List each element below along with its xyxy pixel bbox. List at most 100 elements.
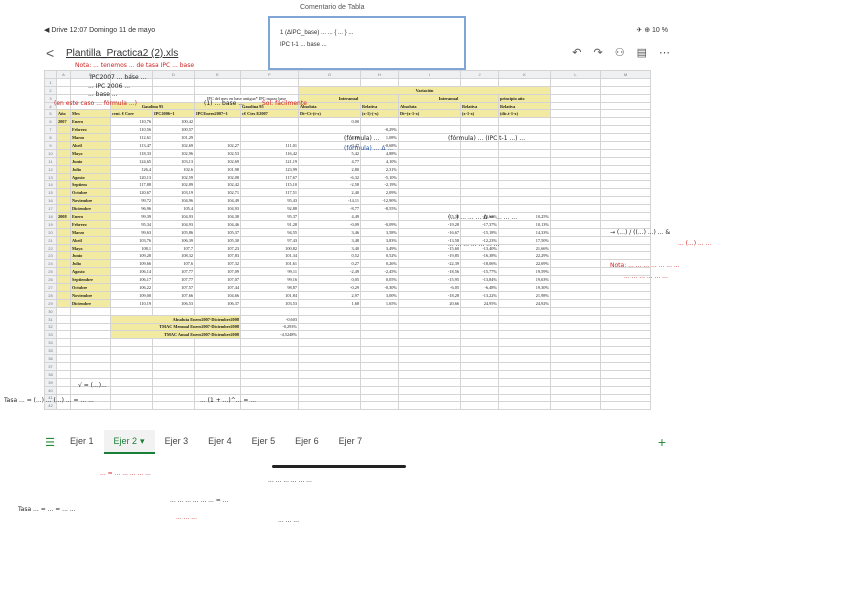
row-header[interactable]: 1 <box>44 77 57 87</box>
cell[interactable] <box>110 306 153 316</box>
cell[interactable] <box>298 393 361 403</box>
file-title[interactable]: Plantilla_Practica2 (2).xls <box>66 48 178 59</box>
month-cell[interactable]: Mayo <box>70 243 111 253</box>
cell[interactable] <box>360 322 399 332</box>
row-header[interactable]: 7 <box>44 125 57 135</box>
value-cell[interactable]: 2,80 <box>298 164 361 174</box>
cell[interactable] <box>550 306 601 316</box>
cell[interactable] <box>550 227 601 237</box>
value-cell[interactable]: 110,56 <box>110 125 153 135</box>
value-cell[interactable]: -15,18% <box>460 227 499 237</box>
value-cell[interactable] <box>398 117 461 127</box>
value-cell[interactable] <box>460 117 499 127</box>
tab-ejer-3[interactable]: Ejer 3 <box>155 430 199 452</box>
value-cell[interactable]: 21,98% <box>498 290 551 300</box>
cell[interactable] <box>398 354 461 363</box>
column-header[interactable]: A <box>56 70 71 79</box>
cell[interactable] <box>600 93 651 103</box>
month-cell[interactable]: Agosto <box>70 267 111 277</box>
year-cell[interactable] <box>56 259 71 269</box>
cell[interactable] <box>152 361 195 371</box>
tab-ejer-2[interactable]: Ejer 2 ▾ <box>103 430 155 454</box>
principio-header[interactable]: principio año <box>498 93 551 103</box>
cell[interactable] <box>498 377 551 387</box>
cell[interactable] <box>550 385 601 395</box>
column-label[interactable]: Dt=Ct-(t-x) <box>298 109 361 119</box>
row-header[interactable]: 24 <box>44 259 57 269</box>
cell[interactable] <box>70 306 111 316</box>
value-cell[interactable]: 104,96 <box>152 196 195 206</box>
row-header[interactable]: 10 <box>44 148 57 158</box>
relativa-header[interactable]: Relativa <box>360 101 399 111</box>
cell[interactable] <box>194 338 241 348</box>
value-cell[interactable]: 106,39 <box>152 235 195 245</box>
cell[interactable] <box>360 369 399 379</box>
value-cell[interactable]: -15,77% <box>460 267 499 277</box>
value-cell[interactable]: 102,53 <box>194 148 241 158</box>
value-cell[interactable]: 124,65 <box>110 156 153 166</box>
year-cell[interactable] <box>56 125 71 135</box>
value-cell[interactable]: 108,1 <box>110 243 153 253</box>
cell[interactable] <box>600 290 651 300</box>
column-header[interactable]: E <box>194 70 241 79</box>
value-cell[interactable]: 120,13 <box>110 172 153 182</box>
value-cell[interactable]: 102,69 <box>152 141 195 150</box>
value-cell[interactable]: -0,29 <box>298 283 361 292</box>
cell[interactable] <box>56 338 71 348</box>
cell[interactable] <box>550 259 601 269</box>
cell[interactable] <box>70 338 111 348</box>
value-cell[interactable] <box>398 125 461 135</box>
value-cell[interactable] <box>498 125 551 135</box>
cell[interactable] <box>110 393 153 403</box>
cell[interactable] <box>550 93 601 103</box>
value-cell[interactable]: -14,11 <box>298 196 361 206</box>
cell[interactable] <box>550 133 601 143</box>
year-cell[interactable] <box>56 251 71 261</box>
value-cell[interactable] <box>498 188 551 198</box>
value-cell[interactable]: 117,67 <box>240 172 299 182</box>
cell[interactable] <box>298 338 361 348</box>
value-cell[interactable]: -2,45% <box>360 267 399 277</box>
value-cell[interactable]: -2,49 <box>298 267 361 277</box>
value-cell[interactable]: 24,95% <box>460 298 499 308</box>
cell[interactable] <box>240 354 299 363</box>
value-cell[interactable] <box>398 141 461 150</box>
cell[interactable] <box>460 369 499 379</box>
cell[interactable] <box>152 77 195 87</box>
cell[interactable] <box>152 306 195 316</box>
cell[interactable] <box>56 385 71 395</box>
tab-ejer-5[interactable]: Ejer 5 <box>242 430 286 452</box>
value-cell[interactable]: 101,84 <box>240 290 299 300</box>
value-cell[interactable]: 100,82 <box>240 243 299 253</box>
cell[interactable] <box>550 180 601 190</box>
value-cell[interactable]: -6,48% <box>460 283 499 292</box>
cell[interactable] <box>600 77 651 87</box>
cell[interactable] <box>600 361 651 371</box>
value-cell[interactable] <box>398 204 461 214</box>
value-cell[interactable]: 95,37 <box>240 212 299 221</box>
column-header[interactable]: I <box>398 70 461 79</box>
value-cell[interactable]: 10,13% <box>498 219 551 229</box>
cell[interactable] <box>152 85 195 95</box>
relativa-header[interactable]: Relativa <box>498 101 551 111</box>
value-cell[interactable]: 107,6 <box>152 259 195 269</box>
value-cell[interactable]: -18,28 <box>398 290 461 300</box>
cell[interactable] <box>398 322 461 332</box>
cell[interactable] <box>298 77 361 87</box>
value-cell[interactable]: 107,66 <box>152 290 195 300</box>
value-cell[interactable] <box>498 141 551 150</box>
value-cell[interactable] <box>398 196 461 206</box>
cell[interactable] <box>600 133 651 143</box>
month-cell[interactable]: Julio <box>70 164 111 174</box>
cell[interactable] <box>600 109 651 119</box>
cell[interactable] <box>240 338 299 348</box>
cell[interactable] <box>460 330 499 340</box>
cell[interactable] <box>194 77 241 87</box>
value-cell[interactable]: 100,42 <box>152 117 195 127</box>
cell[interactable] <box>298 346 361 356</box>
cell[interactable] <box>398 369 461 379</box>
value-cell[interactable]: 98,87 <box>240 283 299 292</box>
value-cell[interactable]: 107,7 <box>152 243 195 253</box>
value-cell[interactable]: 17,50% <box>498 235 551 245</box>
month-cell[interactable]: Noviembre <box>70 290 111 300</box>
